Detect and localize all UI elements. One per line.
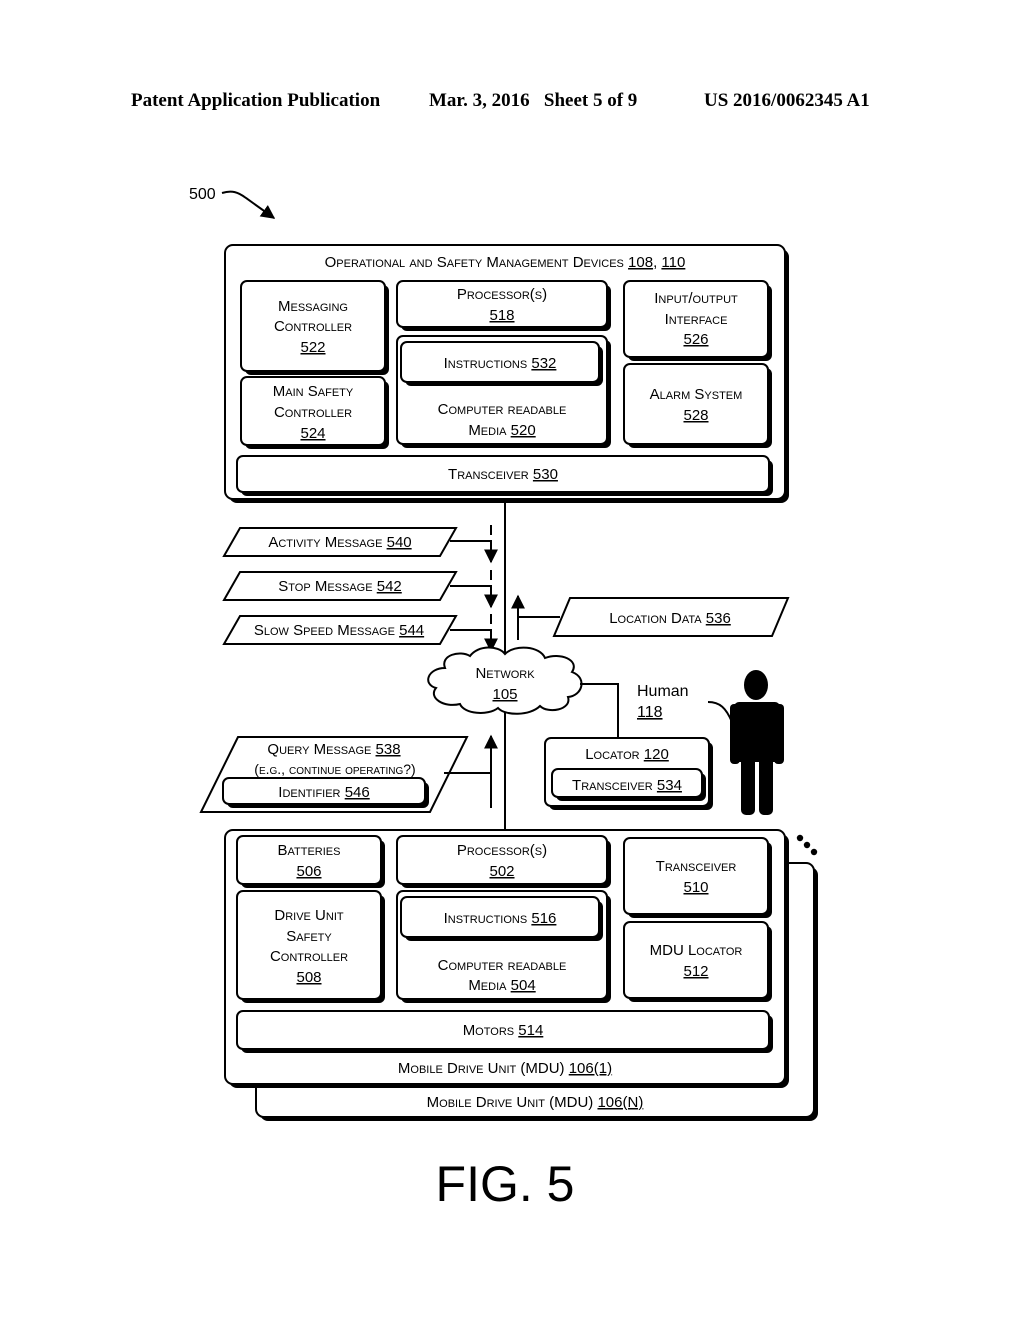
identifier-546-label: Identifier 546 — [278, 784, 369, 801]
svg-text:Controller: Controller — [274, 404, 352, 421]
activity-message-arrow — [450, 540, 498, 564]
main-safety-controller-box: Main Safety Controller 524 — [240, 376, 389, 449]
svg-text:Controller: Controller — [274, 318, 352, 335]
svg-text:Main Safety: Main Safety — [273, 383, 354, 400]
human-ref: 118 — [637, 704, 663, 721]
transceiver-530-box: Transceiver 530 — [236, 455, 773, 496]
svg-text:Drive Unit: Drive Unit — [274, 907, 344, 924]
svg-text:Slow Speed Message 544: Slow Speed Message 544 — [254, 622, 424, 639]
mdu-n-label: Mobile Drive Unit (MDU) 106(N) — [427, 1094, 644, 1111]
svg-text:526: 526 — [683, 331, 708, 348]
crm-520-box: Instructions 532 Computer readable Media… — [396, 335, 611, 448]
svg-text:Computer readable: Computer readable — [438, 957, 567, 974]
slow-speed-message-parallelogram: Slow Speed Message 544 — [222, 615, 458, 645]
svg-text:Transceiver 530: Transceiver 530 — [448, 466, 558, 483]
svg-text:Transceiver: Transceiver — [656, 858, 737, 875]
svg-text:528: 528 — [683, 407, 708, 424]
network-locator-link — [580, 683, 619, 738]
svg-text:Controller: Controller — [270, 948, 348, 965]
activity-message-parallelogram: Activity Message 540 — [222, 527, 458, 557]
svg-text:Query Message 538: Query Message 538 — [267, 741, 400, 758]
svg-text:105: 105 — [492, 686, 517, 703]
messaging-controller-box: Messaging Controller 522 — [240, 280, 389, 375]
svg-text:Alarm System: Alarm System — [650, 386, 743, 403]
svg-text:Safety: Safety — [286, 928, 332, 945]
figure-caption: FIG. 5 — [436, 1156, 575, 1212]
svg-text:518: 518 — [489, 307, 514, 324]
svg-text:Processor(s): Processor(s) — [457, 842, 547, 859]
svg-text:Batteries: Batteries — [278, 842, 341, 859]
location-data-parallelogram: Location Data 536 — [552, 597, 790, 637]
processor-518-box: Processor(s) 518 — [396, 280, 611, 331]
human-leader-line — [707, 701, 733, 723]
svg-text:Messaging: Messaging — [278, 298, 348, 315]
processor-502-box: Processor(s) 502 — [396, 835, 611, 888]
human-label: Human — [637, 683, 689, 700]
alarm-system-box: Alarm System 528 — [623, 363, 772, 448]
more-units-ellipsis-icon — [796, 834, 818, 856]
svg-text:Motors 514: Motors 514 — [463, 1022, 544, 1039]
instructions-516-label: Instructions 516 — [444, 910, 557, 927]
instructions-532-label: Instructions 532 — [444, 355, 557, 372]
svg-text:524: 524 — [300, 425, 325, 442]
svg-text:512: 512 — [683, 963, 708, 980]
svg-text:Media 520: Media 520 — [468, 422, 535, 439]
transceiver-510-box: Transceiver 510 — [623, 837, 772, 918]
svg-text:522: 522 — [300, 339, 325, 356]
crm-504-box: Instructions 516 Computer readable Media… — [396, 890, 611, 1003]
locator-120-box: Locator 120 Transceiver 534 — [544, 737, 713, 810]
svg-text:Locator 120: Locator 120 — [585, 746, 669, 763]
stop-message-arrow — [450, 585, 498, 609]
svg-text:Network: Network — [475, 665, 535, 682]
svg-text:Media 504: Media 504 — [468, 977, 535, 994]
mdu-locator-box: MDU Locator 512 — [623, 921, 772, 1002]
svg-text:Interface: Interface — [665, 311, 728, 328]
drive-unit-safety-controller-box: Drive Unit Safety Controller 508 — [236, 890, 385, 1003]
svg-text:MDU Locator: MDU Locator — [650, 942, 743, 959]
figure-ref-arrow — [221, 190, 276, 219]
svg-text:Activity Message 540: Activity Message 540 — [268, 534, 411, 551]
svg-text:502: 502 — [489, 863, 514, 880]
svg-text:Processor(s): Processor(s) — [457, 286, 547, 303]
svg-text:510: 510 — [683, 879, 708, 896]
figure-diagram: 500 Operational and Safety Management De… — [189, 186, 818, 1212]
svg-text:Stop Message 542: Stop Message 542 — [278, 578, 402, 595]
figure-ref-label: 500 — [189, 186, 216, 203]
mdu-1-label: Mobile Drive Unit (MDU) 106(1) — [398, 1060, 612, 1077]
batteries-box: Batteries 506 — [236, 835, 385, 888]
human-icon — [730, 670, 784, 815]
stop-message-parallelogram: Stop Message 542 — [222, 571, 458, 601]
svg-text:506: 506 — [296, 863, 321, 880]
io-interface-box: Input/output Interface 526 — [623, 280, 772, 361]
query-message-parallelogram: Query Message 538 (e.g., continue operat… — [199, 736, 469, 813]
motors-box: Motors 514 — [236, 1010, 773, 1053]
network-cloud: Network 105 — [427, 646, 583, 715]
management-title: Operational and Safety Management Device… — [325, 254, 686, 271]
locator-transceiver-label: Transceiver 534 — [572, 777, 682, 794]
svg-text:Input/output: Input/output — [654, 290, 738, 307]
svg-text:Location Data 536: Location Data 536 — [609, 610, 731, 627]
svg-text:Computer readable: Computer readable — [438, 401, 567, 418]
svg-text:(e.g., continue operating?): (e.g., continue operating?) — [254, 761, 415, 777]
svg-text:508: 508 — [296, 969, 321, 986]
